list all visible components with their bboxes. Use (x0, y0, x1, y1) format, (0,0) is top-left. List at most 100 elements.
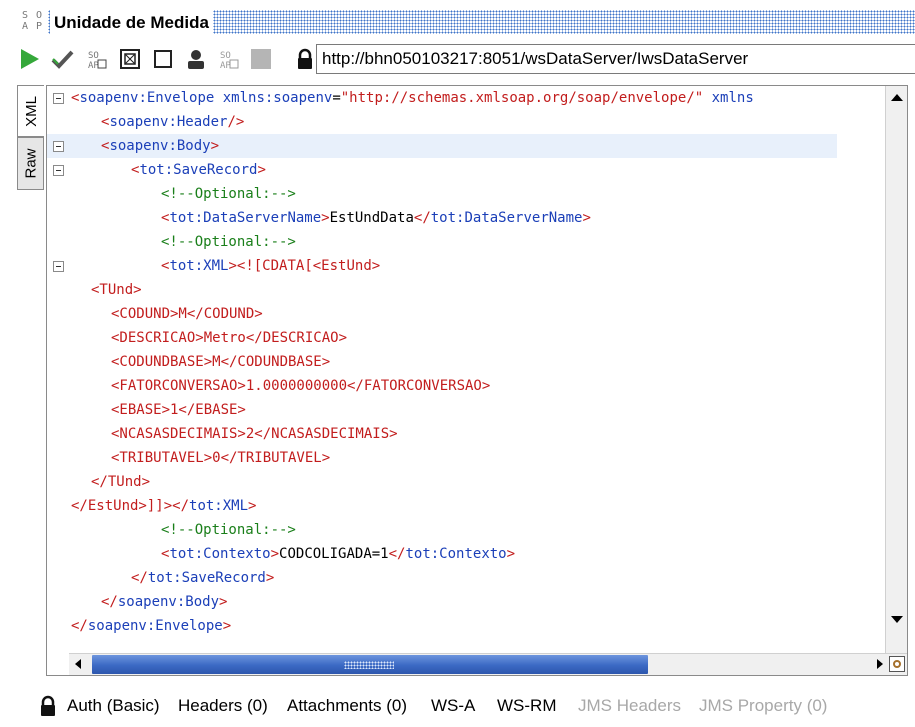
find-icon[interactable] (889, 656, 905, 672)
code-line: <CODUND>M</CODUND> (47, 302, 837, 326)
code-text: </tot:SaveRecord> (131, 566, 274, 590)
code-text: <tot:Contexto>CODCOLIGADA=1</tot:Context… (161, 542, 515, 566)
fold-toggle-icon[interactable] (53, 93, 64, 104)
code-token: CODCOLIGADA=1 (279, 546, 389, 562)
tab-jms-headers: JMS Headers (578, 696, 681, 715)
code-line: <soapenv:Envelope xmlns:soapenv="http://… (47, 86, 837, 110)
code-text: </TUnd> (91, 470, 150, 494)
code-token: tot:SaveRecord (147, 570, 266, 586)
code-token: /> (227, 114, 245, 130)
horizontal-scroll-thumb[interactable] (92, 655, 648, 674)
code-text: <!--Optional:--> (161, 518, 296, 542)
code-token: <CODUNDBASE>M</CODUNDBASE> (111, 354, 331, 370)
code-token: <DESCRICAO>Metro</DESCRICAO> (111, 330, 348, 346)
code-token: <![CDATA[<EstUnd> (236, 258, 381, 274)
tab-auth[interactable]: Auth (Basic) (67, 696, 160, 716)
code-text: <EBASE>1</EBASE> (111, 398, 246, 422)
code-token: > (257, 162, 266, 178)
xml-editor[interactable]: <soapenv:Envelope xmlns:soapenv="http://… (46, 85, 908, 676)
code-line: <DESCRICAO>Metro</DESCRICAO> (47, 326, 837, 350)
endpoint-url-field[interactable]: http://bhn050103217:8051/wsDataServer/Iw… (316, 44, 915, 74)
code-token: xmlns:soapenv (222, 90, 333, 106)
scroll-down-icon[interactable] (891, 616, 903, 623)
code-line: </TUnd> (47, 470, 837, 494)
svg-text:SO: SO (88, 51, 99, 61)
code-line: <soapenv:Header/> (47, 110, 837, 134)
svg-text:SO: SO (220, 51, 231, 61)
fold-toggle-icon[interactable] (53, 165, 64, 176)
scroll-right-icon[interactable] (877, 659, 883, 669)
code-text: <TRIBUTAVEL>0</TRIBUTAVEL> (111, 446, 330, 470)
code-line: <NCASASDECIMAIS>2</NCASASDECIMAIS> (47, 422, 837, 446)
soap-logo-icon: S OA P (22, 10, 44, 32)
code-line: <tot:SaveRecord> (47, 158, 837, 182)
code-token: soapenv:Body (117, 594, 220, 610)
code-token: > (228, 258, 237, 274)
tab-ws-rm[interactable]: WS-RM (497, 696, 556, 716)
code-token: tot:Contexto (169, 546, 271, 562)
tab-xml[interactable]: XML (17, 85, 44, 137)
code-token: <TUnd> (91, 282, 142, 298)
code-text: <!--Optional:--> (161, 182, 296, 206)
code-token: > (210, 138, 220, 154)
tab-attachments[interactable]: Attachments (0) (287, 696, 407, 716)
code-token: soapenv:Header (109, 114, 228, 130)
code-text: <tot:XML><![CDATA[<EstUnd> (161, 254, 380, 278)
scroll-up-icon[interactable] (891, 94, 903, 101)
code-token: > (248, 498, 257, 514)
code-line: </soapenv:Envelope> (47, 614, 837, 638)
code-token: > (321, 210, 330, 226)
stop-icon[interactable] (249, 47, 273, 71)
title-bar: S OA P Unidade de Medida (0, 0, 915, 40)
code-token: = (332, 90, 341, 106)
soap-request-icon[interactable]: SO AP (85, 47, 109, 71)
editor-view-tabs: XML Raw (17, 85, 45, 190)
code-token: > (506, 546, 516, 562)
tab-raw-label: Raw (22, 148, 40, 179)
code-token: tot:SaveRecord (139, 162, 258, 178)
code-text: <tot:SaveRecord> (131, 158, 266, 182)
code-text: <TUnd> (91, 278, 142, 302)
code-token: <!--Optional:--> (161, 186, 296, 202)
code-line: </EstUnd>]]></tot:XML> (47, 494, 837, 518)
tab-headers[interactable]: Headers (0) (178, 696, 268, 716)
request-bottom-tabs: Auth (Basic) Headers (0) Attachments (0)… (0, 690, 915, 727)
code-token: soapenv:Envelope (87, 618, 223, 634)
scroll-left-icon[interactable] (75, 659, 81, 669)
tab-raw[interactable]: Raw (17, 137, 44, 190)
tab-xml-label: XML (22, 95, 40, 127)
tab-ws-a[interactable]: WS-A (431, 696, 475, 716)
maximize-icon[interactable] (118, 47, 142, 71)
code-token: <!--Optional:--> (161, 234, 296, 250)
lock-icon[interactable] (293, 47, 317, 71)
code-text: <CODUNDBASE>M</CODUNDBASE> (111, 350, 330, 374)
square-icon[interactable] (151, 47, 175, 71)
code-token: </ (101, 594, 118, 610)
run-icon[interactable] (17, 47, 41, 71)
endpoint-url-text: http://bhn050103217:8051/wsDataServer/Iw… (322, 49, 749, 68)
code-text: </soapenv:Envelope> (71, 614, 231, 638)
code-line: <tot:XML><![CDATA[<EstUnd> (47, 254, 837, 278)
fold-toggle-icon[interactable] (53, 141, 64, 152)
code-token: > (270, 546, 280, 562)
code-line: <tot:DataServerName>EstUndData</tot:Data… (47, 206, 837, 230)
user-icon[interactable] (184, 47, 208, 71)
title-strip: Unidade de Medida (48, 10, 915, 34)
horizontal-scrollbar[interactable] (69, 653, 907, 675)
code-text: </EstUnd>]]></tot:XML> (71, 494, 256, 518)
code-line: <FATORCONVERSAO>1.0000000000</FATORCONVE… (47, 374, 837, 398)
validate-icon[interactable] (51, 47, 75, 71)
code-line: <EBASE>1</EBASE> (47, 398, 837, 422)
code-token: </ (413, 210, 431, 226)
code-text: <!--Optional:--> (161, 230, 296, 254)
code-token: <FATORCONVERSAO>1.0000000000</FATORCONVE… (111, 378, 491, 394)
code-text: </soapenv:Body> (101, 590, 227, 614)
vertical-scrollbar[interactable] (885, 86, 907, 653)
code-token: "http://schemas.xmlsoap.org/soap/envelop… (340, 90, 704, 106)
code-token: tot:DataServerName (169, 210, 322, 226)
fold-toggle-icon[interactable] (53, 261, 64, 272)
soap-response-icon[interactable]: SO AP (217, 47, 241, 71)
code-token: tot:XML (169, 258, 229, 274)
code-token: > (219, 594, 228, 610)
